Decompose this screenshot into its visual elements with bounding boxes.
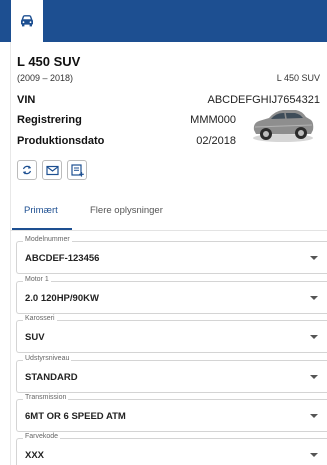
field-value: XXX: [25, 450, 45, 461]
vehicle-model-short: L 450 SUV: [276, 73, 320, 83]
transmission-select[interactable]: Transmission 6MT OR 6 SPEED ATM: [16, 394, 327, 432]
refresh-button[interactable]: [17, 160, 37, 180]
vehicle-years: (2009 – 2018): [17, 73, 74, 83]
field-label: Farvekode: [23, 433, 61, 440]
action-buttons: [17, 160, 87, 180]
field-value: 6MT OR 6 SPEED ATM: [25, 411, 126, 422]
field-label: Karosseri: [23, 315, 57, 322]
panel-border: [10, 42, 11, 465]
dropdown-arrow-icon: [310, 296, 318, 300]
registration-label: Registrering: [17, 114, 82, 126]
model-number-select[interactable]: Modelnummer ABCDEF-123456: [16, 236, 327, 274]
vin-label: VIN: [17, 94, 36, 106]
color-code-select[interactable]: Farvekode XXX: [16, 433, 327, 465]
trim-level-select[interactable]: Udstyrsniveau STANDARD: [16, 355, 327, 393]
vehicle-tab[interactable]: [11, 0, 43, 42]
field-value: ABCDEF-123456: [25, 253, 100, 264]
dropdown-arrow-icon: [310, 375, 318, 379]
dropdown-arrow-icon: [310, 256, 318, 260]
field-label: Transmission: [23, 394, 69, 401]
field-value: STANDARD: [25, 372, 78, 383]
production-date-value: 02/2018: [196, 135, 236, 147]
field-label: Udstyrsniveau: [23, 355, 72, 362]
engine-select[interactable]: Motor 1 2.0 120HP/90KW: [16, 276, 327, 314]
refresh-icon: [22, 165, 32, 175]
registration-value: MMM000: [190, 114, 236, 126]
tabs-divider: [10, 230, 327, 231]
note-add-icon: [70, 163, 84, 177]
mail-icon: [45, 165, 59, 175]
body-type-select[interactable]: Karosseri SUV: [16, 315, 327, 353]
email-button[interactable]: [42, 160, 62, 180]
dropdown-arrow-icon: [310, 414, 318, 418]
field-label: Motor 1: [23, 276, 51, 283]
vehicle-image: [253, 110, 314, 142]
add-note-button[interactable]: [67, 160, 87, 180]
production-date-label: Produktionsdato: [17, 135, 105, 147]
vehicle-title: L 450 SUV: [17, 54, 81, 69]
field-value: SUV: [25, 332, 45, 343]
car-icon: [21, 15, 33, 27]
dropdown-arrow-icon: [310, 453, 318, 457]
field-value: 2.0 120HP/90KW: [25, 293, 99, 304]
field-label: Modelnummer: [23, 236, 72, 243]
top-bar: [0, 0, 327, 42]
tab-primary[interactable]: Primært: [24, 205, 58, 216]
tab-more-info[interactable]: Flere oplysninger: [90, 205, 163, 216]
dropdown-arrow-icon: [310, 335, 318, 339]
